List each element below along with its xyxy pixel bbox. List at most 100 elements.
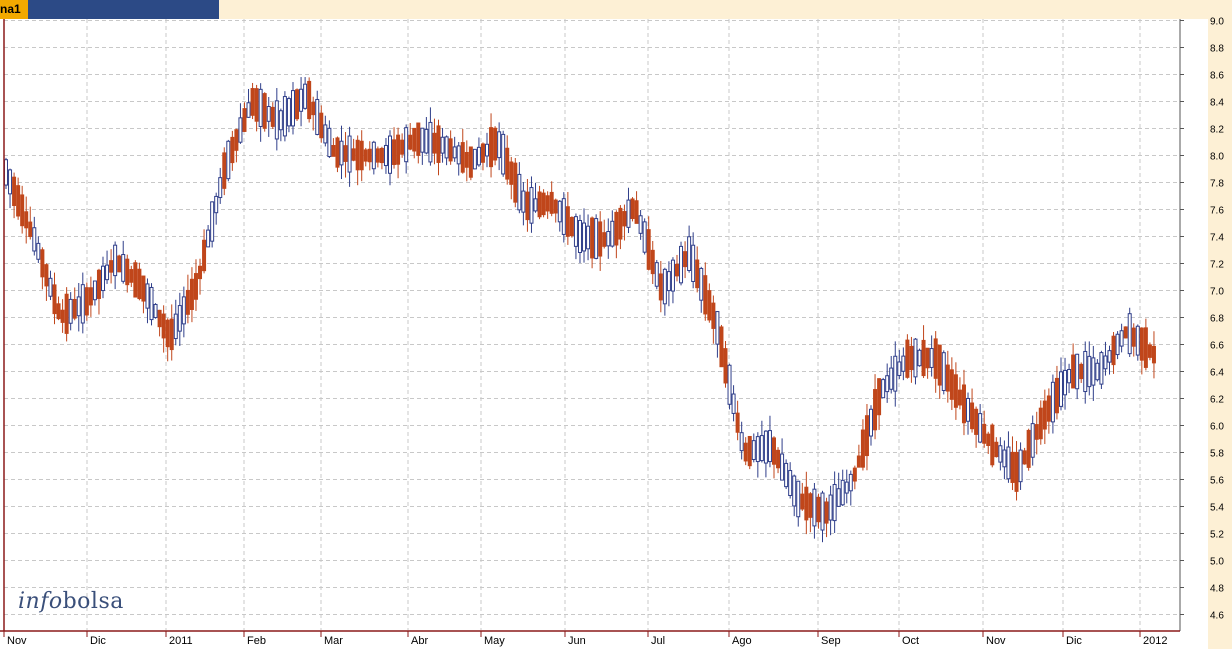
candle-body bbox=[856, 455, 861, 468]
logo-part-info: info bbox=[18, 589, 63, 614]
candle-body bbox=[113, 244, 118, 277]
candle-body bbox=[343, 145, 348, 162]
x-tick-label: Dic bbox=[1066, 635, 1082, 647]
candle-body bbox=[254, 88, 259, 122]
candle-body bbox=[751, 440, 756, 461]
y-tick-label: 6.2 bbox=[1210, 395, 1224, 406]
candle-body bbox=[860, 429, 865, 468]
candle-body bbox=[1139, 327, 1144, 361]
candle-body bbox=[238, 117, 243, 143]
candle-body bbox=[739, 432, 744, 452]
candle-body bbox=[1083, 350, 1088, 393]
y-tick-label: 6.6 bbox=[1210, 341, 1224, 352]
candle-body bbox=[982, 423, 987, 444]
candle-body bbox=[1151, 345, 1156, 364]
candle-body bbox=[258, 88, 263, 127]
candle-body bbox=[1091, 357, 1096, 386]
candle-body bbox=[561, 198, 566, 235]
candle-body bbox=[719, 326, 724, 368]
candle-body bbox=[40, 249, 45, 278]
candle-body bbox=[654, 262, 659, 287]
y-tick-label: 8.6 bbox=[1210, 71, 1224, 82]
candle-body bbox=[533, 198, 538, 212]
candle-body bbox=[808, 493, 813, 518]
candle-body bbox=[96, 269, 101, 299]
candle-body bbox=[444, 136, 449, 159]
candle-body bbox=[125, 258, 130, 286]
candle-body bbox=[662, 268, 667, 305]
candle-body bbox=[1038, 407, 1043, 440]
logo-part-bolsa: bolsa bbox=[62, 589, 124, 614]
candle-body bbox=[553, 199, 558, 214]
candle-body bbox=[755, 436, 760, 463]
candle-body bbox=[234, 129, 239, 151]
candle-body bbox=[610, 220, 615, 247]
candle-body bbox=[436, 125, 441, 163]
candle-body bbox=[541, 192, 546, 216]
candle-body bbox=[864, 415, 869, 457]
candle-body bbox=[577, 220, 582, 253]
candle-body bbox=[820, 492, 825, 531]
x-tick-label: 2011 bbox=[169, 635, 193, 647]
candle-body bbox=[452, 146, 457, 159]
candle-body bbox=[493, 127, 498, 161]
candle-body bbox=[505, 147, 510, 180]
candle-body bbox=[36, 242, 41, 260]
y-tick-label: 7.2 bbox=[1210, 260, 1224, 271]
x-tick-label: Sep bbox=[821, 635, 841, 647]
candle-body bbox=[990, 424, 995, 466]
candle-body bbox=[101, 265, 106, 292]
candle-body bbox=[185, 289, 190, 315]
candle-body bbox=[1071, 354, 1076, 389]
candle-body bbox=[1143, 327, 1148, 368]
candle-body bbox=[16, 185, 21, 217]
x-tick-label: Jul bbox=[651, 635, 665, 647]
candle-body bbox=[497, 131, 502, 159]
candle-body bbox=[626, 199, 631, 228]
candle-body bbox=[129, 269, 134, 283]
candle-body bbox=[80, 284, 85, 324]
candle-body bbox=[1127, 313, 1132, 355]
candle-body bbox=[812, 488, 817, 527]
candle-body bbox=[311, 101, 316, 116]
candle-body bbox=[262, 93, 267, 129]
candle-body bbox=[735, 412, 740, 433]
candle-body bbox=[957, 389, 962, 406]
candle-body bbox=[784, 462, 789, 488]
candle-body bbox=[416, 122, 421, 156]
x-tick-label: Dic bbox=[90, 635, 106, 647]
candle-body bbox=[117, 255, 122, 273]
candle-body bbox=[537, 191, 542, 218]
x-tick-label: Ago bbox=[732, 635, 752, 647]
candle-body bbox=[48, 277, 53, 297]
candle-body bbox=[1147, 344, 1152, 358]
candle-body bbox=[323, 124, 328, 144]
candle-body bbox=[796, 480, 801, 518]
y-tick-label: 8.8 bbox=[1210, 44, 1224, 55]
candle-body bbox=[529, 187, 534, 224]
candle-body bbox=[723, 348, 728, 384]
x-tick-label: Jun bbox=[568, 635, 586, 647]
candle-body bbox=[877, 378, 882, 416]
candle-body bbox=[193, 273, 198, 300]
candle-body bbox=[339, 140, 344, 166]
candle-body bbox=[210, 201, 215, 242]
candle-body bbox=[121, 254, 126, 282]
y-tick-label: 6.8 bbox=[1210, 314, 1224, 325]
candle-body bbox=[994, 441, 999, 458]
candle-body bbox=[1018, 449, 1023, 483]
candle-body bbox=[602, 232, 607, 247]
candle-body bbox=[658, 273, 663, 301]
candle-body bbox=[64, 293, 69, 334]
x-tick-label: May bbox=[484, 635, 505, 647]
candle-body bbox=[1042, 400, 1047, 430]
candle-body bbox=[295, 89, 300, 120]
candle-body bbox=[525, 191, 530, 221]
candle-body bbox=[897, 361, 902, 376]
y-tick-label: 9.0 bbox=[1210, 17, 1224, 28]
candle-body bbox=[428, 121, 433, 163]
candle-body bbox=[76, 296, 81, 317]
candle-body bbox=[303, 83, 308, 109]
candle-body bbox=[869, 408, 874, 437]
candle-body bbox=[246, 102, 251, 118]
